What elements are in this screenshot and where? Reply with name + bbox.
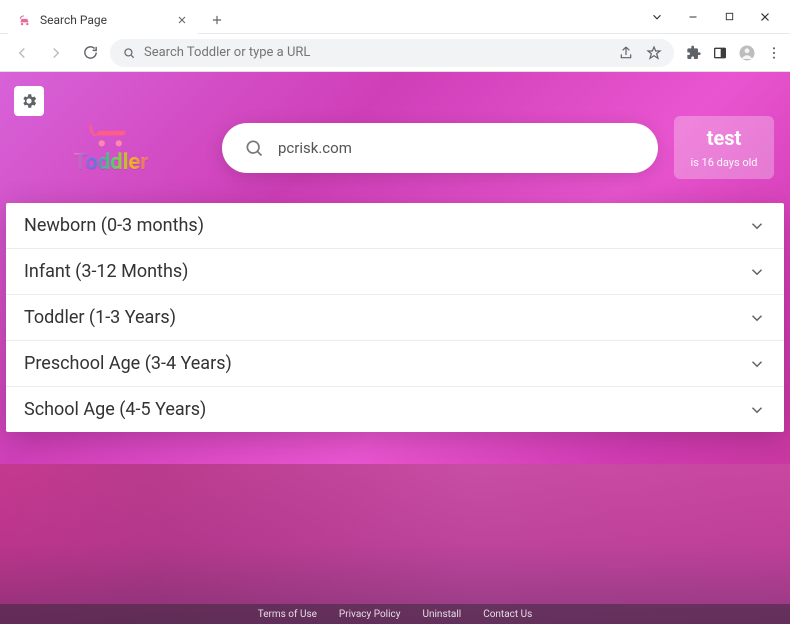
back-button[interactable]: [8, 39, 36, 67]
logo-text: Toddler: [74, 150, 149, 175]
forward-button[interactable]: [42, 39, 70, 67]
new-tab-button[interactable]: [204, 7, 230, 33]
category-item-infant[interactable]: Infant (3-12 Months): [6, 249, 784, 295]
reload-button[interactable]: [76, 39, 104, 67]
omnibox-input[interactable]: [144, 45, 610, 60]
profile-name: test: [680, 126, 768, 150]
chevron-down-icon[interactable]: [650, 10, 664, 24]
category-item-newborn[interactable]: Newborn (0-3 months): [6, 203, 784, 249]
close-icon[interactable]: [176, 14, 188, 26]
category-item-preschool[interactable]: Preschool Age (3-4 Years): [6, 341, 784, 387]
chevron-down-icon: [748, 355, 766, 373]
sidepanel-icon[interactable]: [712, 45, 728, 61]
profile-age: is 16 days old: [680, 156, 768, 169]
omnibox[interactable]: [110, 39, 674, 67]
chevron-down-icon: [748, 217, 766, 235]
page-footer: Terms of Use Privacy Policy Uninstall Co…: [0, 604, 790, 624]
window-titlebar: Search Page: [0, 0, 790, 34]
category-label: School Age (4-5 Years): [24, 399, 206, 420]
menu-icon[interactable]: [766, 45, 782, 61]
stroller-icon: [87, 120, 135, 148]
tab-favicon-icon: [18, 13, 32, 27]
star-icon[interactable]: [646, 45, 662, 61]
browser-toolbar: [0, 34, 790, 72]
search-icon: [244, 138, 264, 158]
hero: Toddler test is 16 days old: [0, 72, 790, 203]
tab-title: Search Page: [40, 13, 168, 27]
category-label: Preschool Age (3-4 Years): [24, 353, 232, 374]
page-search[interactable]: [222, 123, 658, 173]
browser-tab[interactable]: Search Page: [8, 6, 198, 34]
tab-strip: Search Page: [8, 6, 230, 34]
window-close-icon[interactable]: [758, 10, 772, 24]
chevron-down-icon: [748, 309, 766, 327]
footer-link-uninstall[interactable]: Uninstall: [422, 609, 461, 620]
chevron-down-icon: [748, 401, 766, 419]
extensions-icon[interactable]: [686, 45, 702, 61]
minimize-icon[interactable]: [686, 10, 700, 24]
share-icon[interactable]: [618, 45, 634, 61]
footer-link-privacy[interactable]: Privacy Policy: [339, 609, 401, 620]
footer-link-contact[interactable]: Contact Us: [483, 609, 532, 620]
chevron-down-icon: [748, 263, 766, 281]
category-label: Infant (3-12 Months): [24, 261, 188, 282]
maximize-icon[interactable]: [722, 10, 736, 24]
search-icon: [122, 46, 136, 60]
category-item-toddler[interactable]: Toddler (1-3 Years): [6, 295, 784, 341]
page-search-input[interactable]: [278, 139, 636, 157]
category-label: Newborn (0-3 months): [24, 215, 204, 236]
page-content: P C r i s k Toddler test is 16 days old …: [0, 72, 790, 624]
category-item-school[interactable]: School Age (4-5 Years): [6, 387, 784, 432]
footer-link-terms[interactable]: Terms of Use: [258, 609, 317, 620]
category-label: Toddler (1-3 Years): [24, 307, 176, 328]
profile-info-card[interactable]: test is 16 days old: [674, 116, 774, 179]
profile-icon[interactable]: [738, 44, 756, 62]
category-accordion: Newborn (0-3 months) Infant (3-12 Months…: [6, 203, 784, 432]
logo: Toddler: [16, 120, 206, 175]
window-controls: [650, 10, 790, 24]
